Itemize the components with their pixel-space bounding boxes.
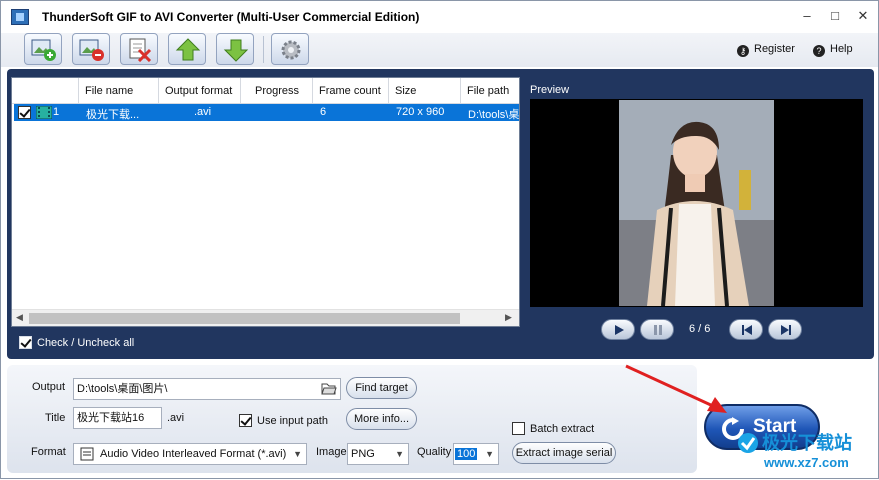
app-window: ThunderSoft GIF to AVI Converter (Multi-… bbox=[0, 0, 879, 479]
watermark-url: www.xz7.com bbox=[764, 455, 849, 470]
watermark: 极光下载站 www.xz7.com bbox=[736, 429, 876, 475]
watermark-logo-icon bbox=[738, 433, 758, 453]
watermark-title: 极光下载站 bbox=[762, 433, 852, 453]
annotation-arrow bbox=[625, 364, 727, 413]
